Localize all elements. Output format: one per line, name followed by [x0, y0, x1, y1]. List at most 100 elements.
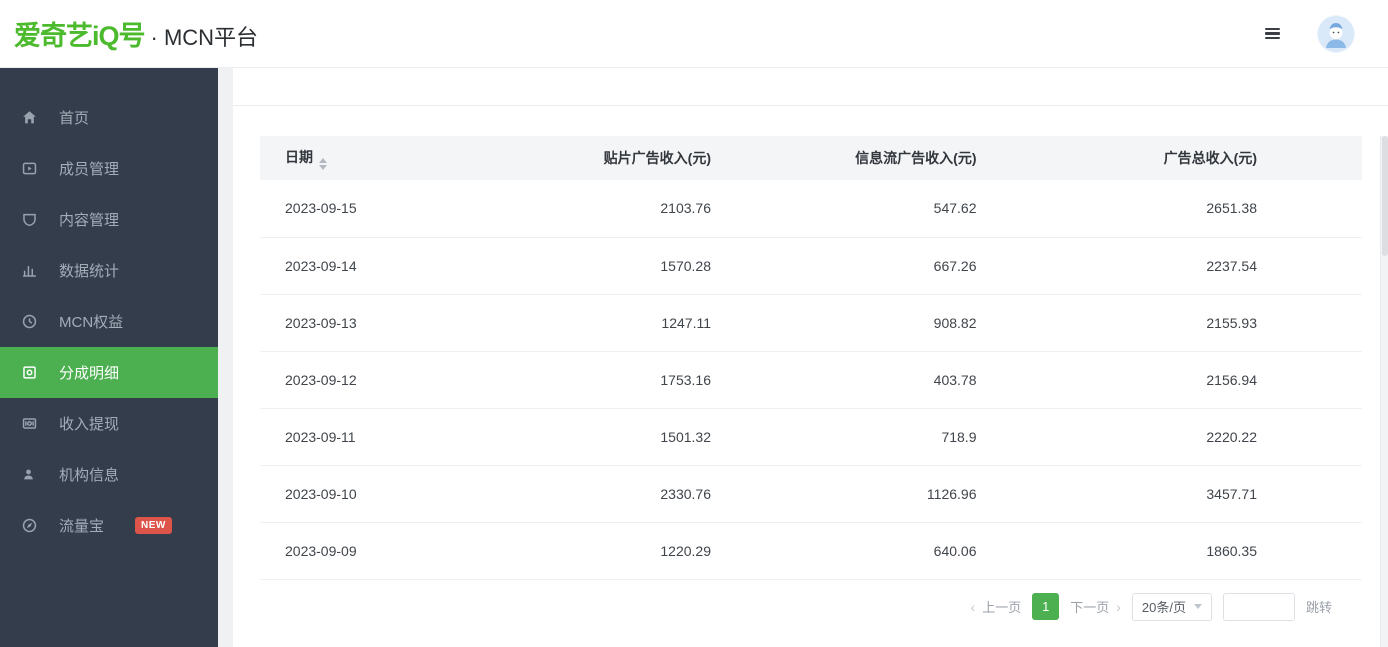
- sidebar-item-label: 数据统计: [59, 260, 119, 281]
- sidebar-gutter: [218, 68, 233, 647]
- next-page-button[interactable]: 下一页 ›: [1070, 597, 1121, 616]
- value-cell: 547.62: [811, 180, 1087, 237]
- page-size-select[interactable]: 20条/页: [1132, 593, 1212, 621]
- column-header-preroll-revenue: 贴片广告收入(元): [536, 136, 812, 180]
- home-icon: [21, 109, 38, 126]
- avatar-figure-icon: [1318, 16, 1354, 52]
- value-cell: 2103.76: [536, 180, 812, 237]
- column-header-date[interactable]: 日期: [260, 136, 536, 180]
- revenue-share-icon: [21, 364, 38, 381]
- org-icon: [21, 466, 38, 483]
- revenue-table: 日期 贴片广告收入(元) 信息流广告收入(元) 广告总收入(元) 2023-09…: [260, 136, 1362, 580]
- table-row: 2023-09-141570.28667.262237.54: [260, 237, 1362, 294]
- value-cell: 3457.71: [1087, 465, 1363, 522]
- sidebar-item-label: 分成明细: [59, 362, 119, 383]
- table-row: 2023-09-131247.11908.822155.93: [260, 294, 1362, 351]
- new-badge: NEW: [135, 517, 172, 534]
- table-row: 2023-09-111501.32718.92220.22: [260, 408, 1362, 465]
- column-header-feed-revenue: 信息流广告收入(元): [811, 136, 1087, 180]
- value-cell: 667.26: [811, 237, 1087, 294]
- stats-icon: [21, 262, 38, 279]
- value-cell: 1501.32: [536, 408, 812, 465]
- sidebar-item-home[interactable]: 首页: [0, 92, 218, 143]
- value-cell: 718.9: [811, 408, 1087, 465]
- revenue-table-body: 2023-09-152103.76547.622651.382023-09-14…: [260, 180, 1362, 579]
- next-arrow-icon: ›: [1116, 599, 1121, 615]
- menu-icon[interactable]: [1265, 24, 1280, 44]
- value-cell: 908.82: [811, 294, 1087, 351]
- next-page-label: 下一页: [1070, 597, 1109, 616]
- mcn-platform-screen: 爱奇艺iQ号 · MCN平台: [0, 0, 1388, 647]
- sidebar-item-withdraw[interactable]: 收入提现: [0, 398, 218, 449]
- value-cell: 1126.96: [811, 465, 1087, 522]
- date-cell: 2023-09-13: [260, 294, 536, 351]
- topbar: 爱奇艺iQ号 · MCN平台: [0, 0, 1388, 68]
- jump-page-input[interactable]: [1223, 593, 1295, 621]
- sidebar-item-stats[interactable]: 数据统计: [0, 245, 218, 296]
- date-cell: 2023-09-11: [260, 408, 536, 465]
- value-cell: 1570.28: [536, 237, 812, 294]
- pagination: ‹ 上一页 1 下一页 › 20条/页 跳转: [260, 593, 1332, 621]
- sidebar-item-content[interactable]: 内容管理: [0, 194, 218, 245]
- jump-button[interactable]: 跳转: [1306, 597, 1332, 616]
- user-avatar[interactable]: [1318, 16, 1354, 52]
- prev-arrow-icon: ‹: [971, 599, 976, 615]
- members-icon: [21, 160, 38, 177]
- date-cell: 2023-09-09: [260, 522, 536, 579]
- sort-icon[interactable]: [319, 158, 327, 170]
- value-cell: 2156.94: [1087, 351, 1363, 408]
- table-row: 2023-09-091220.29640.061860.35: [260, 522, 1362, 579]
- main-content: 日期 贴片广告收入(元) 信息流广告收入(元) 广告总收入(元) 2023-09…: [233, 68, 1388, 647]
- prev-page-label: 上一页: [982, 597, 1021, 616]
- value-cell: 1753.16: [536, 351, 812, 408]
- chevron-down-icon: [1194, 604, 1202, 609]
- sidebar-item-mcn-rights[interactable]: MCN权益: [0, 296, 218, 347]
- value-cell: 1247.11: [536, 294, 812, 351]
- date-cell: 2023-09-12: [260, 351, 536, 408]
- app-logo-text: 爱奇艺iQ号: [14, 14, 145, 53]
- value-cell: 2237.54: [1087, 237, 1363, 294]
- sidebar-item-label: MCN权益: [59, 311, 123, 332]
- sidebar-item-members[interactable]: 成员管理: [0, 143, 218, 194]
- column-header-total-revenue: 广告总收入(元): [1087, 136, 1363, 180]
- value-cell: 403.78: [811, 351, 1087, 408]
- value-cell: 640.06: [811, 522, 1087, 579]
- value-cell: 1860.35: [1087, 522, 1363, 579]
- date-cell: 2023-09-15: [260, 180, 536, 237]
- sidebar-item-label: 收入提现: [59, 413, 119, 434]
- sidebar: 首页 成员管理 内容管理 数据统计: [0, 68, 218, 647]
- table-row: 2023-09-152103.76547.622651.38: [260, 180, 1362, 237]
- app-logo[interactable]: 爱奇艺iQ号 · MCN平台: [14, 14, 258, 53]
- scrollbar-thumb[interactable]: [1382, 136, 1388, 256]
- topbar-right: [1265, 16, 1368, 52]
- table-row: 2023-09-121753.16403.782156.94: [260, 351, 1362, 408]
- sidebar-item-label: 成员管理: [59, 158, 119, 179]
- sidebar-item-label: 内容管理: [59, 209, 119, 230]
- sidebar-item-traffic[interactable]: 流量宝 NEW: [0, 500, 218, 551]
- lower-layout: 首页 成员管理 内容管理 数据统计: [0, 68, 1388, 647]
- value-cell: 2651.38: [1087, 180, 1363, 237]
- table-row: 2023-09-102330.761126.963457.71: [260, 465, 1362, 522]
- value-cell: 2220.22: [1087, 408, 1363, 465]
- value-cell: 1220.29: [536, 522, 812, 579]
- table-header-row: 日期 贴片广告收入(元) 信息流广告收入(元) 广告总收入(元): [260, 136, 1362, 180]
- content-icon: [21, 211, 38, 228]
- column-header-label: 日期: [285, 149, 313, 165]
- revenue-card: 日期 贴片广告收入(元) 信息流广告收入(元) 广告总收入(元) 2023-09…: [260, 136, 1362, 621]
- traffic-icon: [21, 517, 38, 534]
- value-cell: 2330.76: [536, 465, 812, 522]
- clock-icon: [21, 313, 38, 330]
- sidebar-item-label: 机构信息: [59, 464, 119, 485]
- withdraw-icon: [21, 415, 38, 432]
- prev-page-button[interactable]: ‹ 上一页: [971, 597, 1022, 616]
- sidebar-item-revenue-share[interactable]: 分成明细: [0, 347, 218, 398]
- app-logo-suffix: · MCN平台: [151, 20, 259, 52]
- sidebar-item-org-info[interactable]: 机构信息: [0, 449, 218, 500]
- date-cell: 2023-09-14: [260, 237, 536, 294]
- sidebar-item-label: 首页: [59, 107, 89, 128]
- date-cell: 2023-09-10: [260, 465, 536, 522]
- sidebar-item-label: 流量宝: [59, 515, 104, 536]
- page-1-button[interactable]: 1: [1032, 593, 1059, 620]
- scrollbar[interactable]: [1380, 136, 1388, 647]
- value-cell: 2155.93: [1087, 294, 1363, 351]
